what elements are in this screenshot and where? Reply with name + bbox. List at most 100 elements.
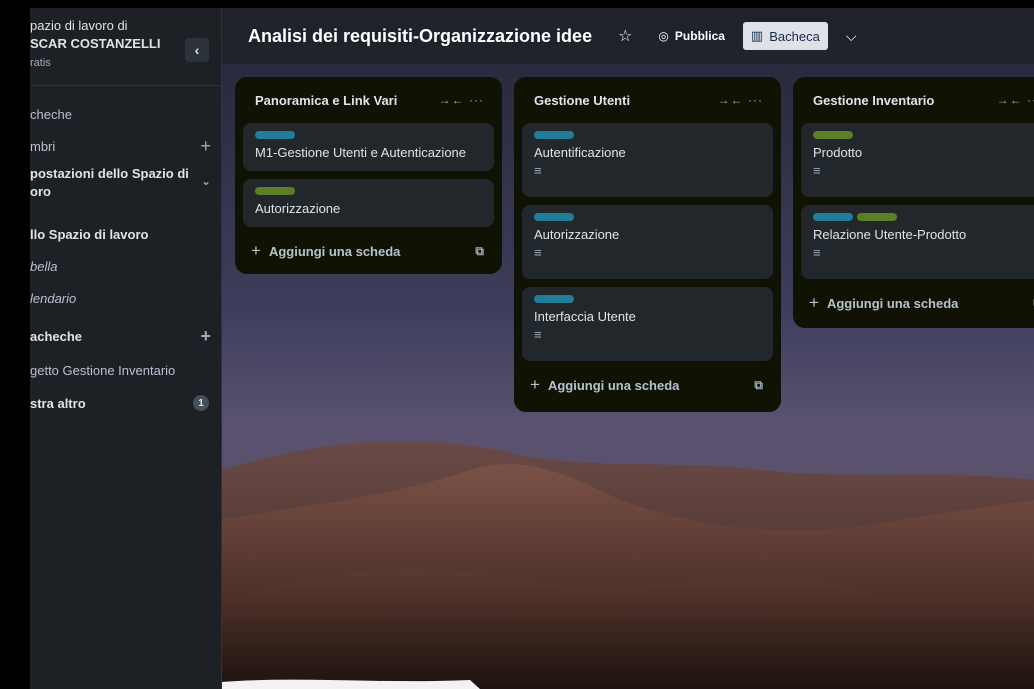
workspace-sidebar: pazio di lavoro di SCAR COSTANZELLI rati… bbox=[30, 8, 222, 689]
description-icon: ≡ bbox=[534, 163, 542, 178]
sidebar-item-your-boards: acheche + bbox=[30, 326, 221, 346]
sidebar-item-boards[interactable]: cheche bbox=[30, 104, 221, 124]
card-labels bbox=[255, 187, 482, 195]
card-title: Autentificazione bbox=[534, 145, 626, 160]
board-view-label: Bacheca bbox=[769, 28, 820, 44]
description-icon: ≡ bbox=[813, 245, 821, 260]
list-title: Gestione Utenti bbox=[534, 92, 631, 108]
label-blue[interactable] bbox=[534, 295, 574, 303]
description-icon: ≡ bbox=[534, 245, 542, 260]
list-actions-icon[interactable]: →← ··· bbox=[718, 93, 763, 107]
label-blue[interactable] bbox=[534, 131, 574, 139]
card-title: Interfaccia Utente bbox=[534, 309, 636, 324]
label-green[interactable] bbox=[857, 213, 897, 221]
add-card-button[interactable]: + Aggiungi una scheda ⧉ bbox=[522, 369, 773, 401]
screen-edge-left bbox=[0, 0, 30, 689]
add-card-label: Aggiungi una scheda bbox=[268, 243, 401, 259]
star-icon: ☆ bbox=[618, 28, 633, 45]
sidebar-item-members[interactable]: mbri + bbox=[30, 136, 221, 156]
description-icon: ≡ bbox=[534, 327, 542, 342]
card-labels bbox=[813, 213, 1034, 221]
chevron-down-icon: ⌄ bbox=[200, 174, 211, 188]
card-labels bbox=[534, 213, 761, 221]
list-gestione-utenti: Gestione Utenti →← ··· Autentificazione … bbox=[514, 77, 781, 412]
star-button[interactable]: ☆ bbox=[610, 22, 640, 50]
count-badge: 1 bbox=[193, 395, 209, 411]
card-title: M1-Gestione Utenti e Autenticazione bbox=[255, 145, 467, 160]
plus-icon: + bbox=[251, 241, 261, 260]
card[interactable]: Interfaccia Utente ≡ bbox=[522, 287, 773, 361]
template-icon[interactable]: ⧉ bbox=[475, 244, 484, 259]
sidebar-item-label: bella bbox=[30, 258, 58, 274]
card-title: Prodotto bbox=[813, 145, 863, 160]
sidebar-item-label: acheche bbox=[30, 328, 83, 344]
sidebar-item-label: getto Gestione Inventario bbox=[30, 362, 176, 378]
card[interactable]: Autorizzazione ≡ bbox=[522, 205, 773, 279]
card-title: Autorizzazione bbox=[534, 227, 620, 242]
card-labels bbox=[813, 131, 1034, 139]
collapse-sidebar-button[interactable]: ‹ bbox=[185, 38, 209, 62]
card-labels bbox=[534, 295, 761, 303]
board-header: Analisi dei requisiti-Organizzazione ide… bbox=[222, 8, 1034, 64]
list-clip: Gestione Inventario →← ··· Prodotto ≡ Re… bbox=[793, 77, 1034, 329]
add-card-label: Aggiungi una scheda bbox=[826, 295, 959, 311]
chevron-down-icon: ⌵ bbox=[845, 27, 857, 44]
visibility-label: Pubblica bbox=[674, 29, 725, 43]
sidebar-item-table[interactable]: bella bbox=[30, 256, 221, 276]
template-icon[interactable]: ⧉ bbox=[754, 378, 763, 393]
list-panoramica: Panoramica e Link Vari →← ··· M1-Gestion… bbox=[235, 77, 502, 274]
workspace-name-line1: pazio di lavoro di bbox=[30, 18, 128, 33]
card[interactable]: Prodotto ≡ bbox=[801, 123, 1034, 197]
add-board-icon[interactable]: + bbox=[200, 326, 211, 347]
sidebar-item-label: stra altro bbox=[30, 395, 86, 411]
workspace-header: pazio di lavoro di SCAR COSTANZELLI rati… bbox=[30, 8, 221, 86]
chevron-left-icon: ‹ bbox=[194, 42, 200, 58]
sidebar-item-label: mbri bbox=[30, 138, 56, 154]
add-card-label: Aggiungi una scheda bbox=[547, 377, 680, 393]
sidebar-item-workspace-views: llo Spazio di lavoro bbox=[30, 224, 221, 244]
sidebar-item-board-project[interactable]: getto Gestione Inventario bbox=[30, 360, 221, 380]
list-actions-icon[interactable]: →← ··· bbox=[439, 93, 484, 107]
list-gestione-inventario: Gestione Inventario →← ··· Prodotto ≡ Re… bbox=[793, 77, 1034, 328]
label-blue[interactable] bbox=[813, 213, 853, 221]
card-labels bbox=[534, 131, 761, 139]
list-header[interactable]: Panoramica e Link Vari →← ··· bbox=[243, 77, 494, 123]
sidebar-item-label: postazioni dello Spazio di bbox=[30, 166, 189, 181]
list-header[interactable]: Gestione Utenti →← ··· bbox=[522, 77, 773, 123]
card-title: Autorizzazione bbox=[255, 201, 341, 216]
list-title: Panoramica e Link Vari bbox=[255, 92, 398, 108]
view-switcher-button[interactable]: ⌵ bbox=[838, 24, 865, 49]
card[interactable]: Relazione Utente-Prodotto ≡ bbox=[801, 205, 1034, 279]
screen-edge-top bbox=[0, 0, 1034, 8]
sidebar-item-label: llo Spazio di lavoro bbox=[30, 226, 149, 242]
card[interactable]: M1-Gestione Utenti e Autenticazione bbox=[243, 123, 494, 171]
description-icon: ≡ bbox=[813, 163, 821, 178]
label-blue[interactable] bbox=[255, 131, 295, 139]
add-card-button[interactable]: + Aggiungi una scheda ⧉ bbox=[243, 235, 494, 267]
card-labels bbox=[255, 131, 482, 139]
label-green[interactable] bbox=[255, 187, 295, 195]
plus-icon: + bbox=[809, 293, 819, 312]
label-green[interactable] bbox=[813, 131, 853, 139]
sidebar-item-label: cheche bbox=[30, 106, 72, 122]
sidebar-item-workspace-settings[interactable]: postazioni dello Spazio di oro ⌄ bbox=[30, 166, 221, 206]
add-member-icon[interactable]: + bbox=[200, 136, 211, 157]
list-header[interactable]: Gestione Inventario →← ··· bbox=[801, 77, 1034, 123]
sidebar-item-calendar[interactable]: lendario bbox=[30, 288, 221, 308]
label-blue[interactable] bbox=[534, 213, 574, 221]
sidebar-item-show-more[interactable]: stra altro 1 bbox=[30, 393, 221, 413]
visibility-button[interactable]: ◎ Pubblica bbox=[650, 23, 733, 49]
board-view-button[interactable]: ▥ Bacheca bbox=[742, 22, 828, 50]
board-title[interactable]: Analisi dei requisiti-Organizzazione ide… bbox=[248, 26, 592, 47]
card[interactable]: Autorizzazione bbox=[243, 179, 494, 227]
board-view-icon: ▥ bbox=[750, 28, 764, 43]
list-title: Gestione Inventario bbox=[813, 92, 935, 108]
globe-icon: ◎ bbox=[658, 29, 669, 43]
add-card-button[interactable]: + Aggiungi una scheda ⧉ bbox=[801, 287, 1034, 319]
plus-icon: + bbox=[530, 375, 540, 394]
list-actions-icon[interactable]: →← ··· bbox=[997, 93, 1034, 107]
card[interactable]: Autentificazione ≡ bbox=[522, 123, 773, 197]
sidebar-item-label: lendario bbox=[30, 290, 77, 306]
card-title: Relazione Utente-Prodotto bbox=[813, 227, 967, 242]
sidebar-item-label-2: oro bbox=[30, 184, 51, 199]
